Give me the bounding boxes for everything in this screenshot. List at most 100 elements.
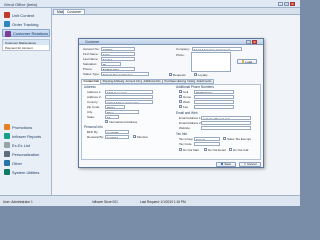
status-user: User: Administrator 1	[3, 199, 33, 204]
country-label: Country:	[87, 100, 99, 104]
fax-checkbox[interactable]	[179, 105, 182, 108]
status-bar: User: Administrator 1 Inflower Store 001…	[0, 195, 300, 206]
save-button[interactable]: Save	[216, 161, 236, 167]
tax-group-label: Tax Group	[179, 137, 193, 141]
renewal-date-field[interactable]: 1/1/2012	[105, 134, 129, 139]
birth-label: Birth By:	[87, 130, 99, 134]
birth-date-field[interactable]: 1/1/1975	[105, 129, 129, 134]
cancel-button-label: Cancel	[247, 162, 257, 166]
home-field[interactable]	[194, 94, 234, 99]
email1-label: Email Address 1:	[179, 116, 202, 120]
phone-label: Phone:	[83, 67, 93, 71]
sidebar-item-order-tracking[interactable]: Order Tracking	[2, 20, 50, 28]
app-titlebar: iVend Office (beta) – □ ×	[0, 0, 300, 8]
photo-label: Photo:	[176, 53, 185, 57]
member-label: Member	[137, 135, 149, 139]
account-no-label: Account No:	[83, 47, 100, 51]
list-icon	[4, 142, 10, 148]
sidebar-item-label: Customer Relations	[13, 30, 49, 36]
do-not-email-checkbox[interactable]	[204, 148, 207, 151]
tax-section-title: Tax Info	[176, 132, 188, 136]
cell-label: Cell	[183, 90, 189, 94]
sidebar-item-label: Order Tracking	[12, 21, 39, 27]
dialog-titlebar: Customer	[79, 39, 263, 45]
international-address-label: International Address	[109, 120, 138, 124]
sidebar: Unit Content Order Tracking Customer Rel…	[0, 8, 52, 195]
zip-field[interactable]: 75024	[105, 104, 125, 109]
sidebar-item-unit-content[interactable]: Unit Content	[2, 11, 50, 19]
tax-code-field[interactable]	[194, 141, 220, 146]
work-checkbox[interactable]	[179, 100, 182, 103]
sidebar-item-label: System Utilities	[12, 169, 40, 175]
company-select[interactable]: iVend Advantage Customers	[192, 46, 242, 51]
requests-checkbox[interactable]	[169, 72, 173, 77]
first-name-label: First Name:	[83, 52, 99, 56]
app-title: iVend Office (beta)	[4, 1, 38, 7]
fax-label: Fax	[183, 105, 189, 109]
sidebar-item-label: Other	[12, 160, 23, 166]
salutation-select[interactable]: Mr.	[101, 61, 121, 66]
renewal-label: Renewal By:	[87, 135, 104, 139]
address1-label: Address 1:	[87, 90, 102, 94]
status-type-label: Status Type:	[83, 72, 100, 76]
close-button[interactable]: ×	[290, 1, 295, 6]
promotions-icon	[4, 124, 10, 130]
email2-field[interactable]	[201, 120, 251, 125]
sidebar-item-personalization[interactable]: Personalization	[2, 150, 50, 158]
loyalty-checkbox[interactable]	[194, 72, 198, 77]
sales-tax-exempt-checkbox[interactable]	[223, 137, 226, 140]
load-button-label: Load	[245, 59, 253, 64]
dialog-close-button[interactable]: ×	[252, 39, 257, 44]
cancel-button[interactable]: ✕ Cancel	[239, 161, 261, 167]
home-checkbox[interactable]	[179, 95, 182, 98]
sidebar-item-system-utilities[interactable]: System Utilities	[2, 168, 50, 176]
sublist-item-payment-for-account[interactable]: Payment for Account	[3, 45, 49, 50]
sidebar-item-other[interactable]: Other	[2, 159, 50, 167]
customer-relations-sublist: Customer Maintenance Payment for Account	[2, 39, 50, 51]
address-section-title: Address	[84, 85, 96, 89]
sidebar-item-promotions[interactable]: Promotions	[2, 123, 50, 131]
state-field[interactable]: TX	[105, 114, 119, 119]
address1-field[interactable]: 1234 Covenant	[105, 89, 153, 94]
tab-customer[interactable]: Customer	[63, 8, 86, 15]
website-field[interactable]	[201, 125, 251, 130]
sidebar-item-ex-ex-list[interactable]: Ex-Ex List	[2, 141, 50, 149]
do-not-mail-checkbox[interactable]	[179, 148, 182, 151]
sidebar-item-label: Inflower Reports	[12, 133, 42, 139]
minimize-button[interactable]: –	[278, 1, 283, 6]
sidebar-item-inflower-reports[interactable]: Inflower Reports	[2, 132, 50, 140]
unit-content-icon	[4, 12, 10, 18]
do-not-call-checkbox[interactable]	[229, 148, 232, 151]
fax-field[interactable]	[194, 104, 234, 109]
country-select[interactable]: United States of America	[105, 99, 153, 104]
address2-field[interactable]	[105, 94, 153, 99]
loyalty-label: Loyalty	[198, 72, 208, 77]
last-name-field[interactable]: Smith 1	[101, 56, 135, 61]
first-name-field[interactable]: Ashly	[101, 51, 135, 56]
state-label: State:	[87, 115, 95, 119]
phone-field[interactable]: 8775312904	[101, 66, 135, 71]
email1-field[interactable]: customer@vend.com	[201, 115, 251, 120]
zip-label: Zip Code:	[87, 105, 101, 109]
cell-field[interactable]: 9876543210	[194, 89, 234, 94]
status-type-select[interactable]: Default Personalization	[101, 71, 149, 76]
international-address-checkbox[interactable]	[105, 120, 108, 123]
work-field[interactable]	[194, 99, 234, 104]
sidebar-item-label: Ex-Ex List	[12, 142, 31, 148]
account-no-field[interactable]: 100004	[101, 46, 135, 51]
load-photo-button[interactable]: Load	[237, 59, 257, 64]
do-not-email-label: Do Not Email	[208, 148, 226, 152]
maximize-button[interactable]: □	[284, 1, 289, 6]
photo-box[interactable]	[191, 52, 231, 72]
cell-checkbox[interactable]	[179, 90, 183, 94]
sidebar-item-label: Unit Content	[12, 12, 35, 18]
tax-code-label: Tax Code	[179, 142, 192, 146]
personalization-icon	[4, 151, 10, 157]
city-field[interactable]: Plano	[105, 109, 139, 114]
tax-group-select[interactable]: Default	[194, 136, 220, 141]
customer-dialog: Customer □ × Account No: 100004 First Na…	[78, 38, 264, 168]
member-checkbox[interactable]	[133, 135, 137, 139]
sidebar-item-customer-relations[interactable]: Customer Relations	[2, 29, 50, 37]
do-not-call-label: Do Not Call	[233, 148, 249, 152]
dialog-maximize-button[interactable]: □	[246, 39, 251, 44]
